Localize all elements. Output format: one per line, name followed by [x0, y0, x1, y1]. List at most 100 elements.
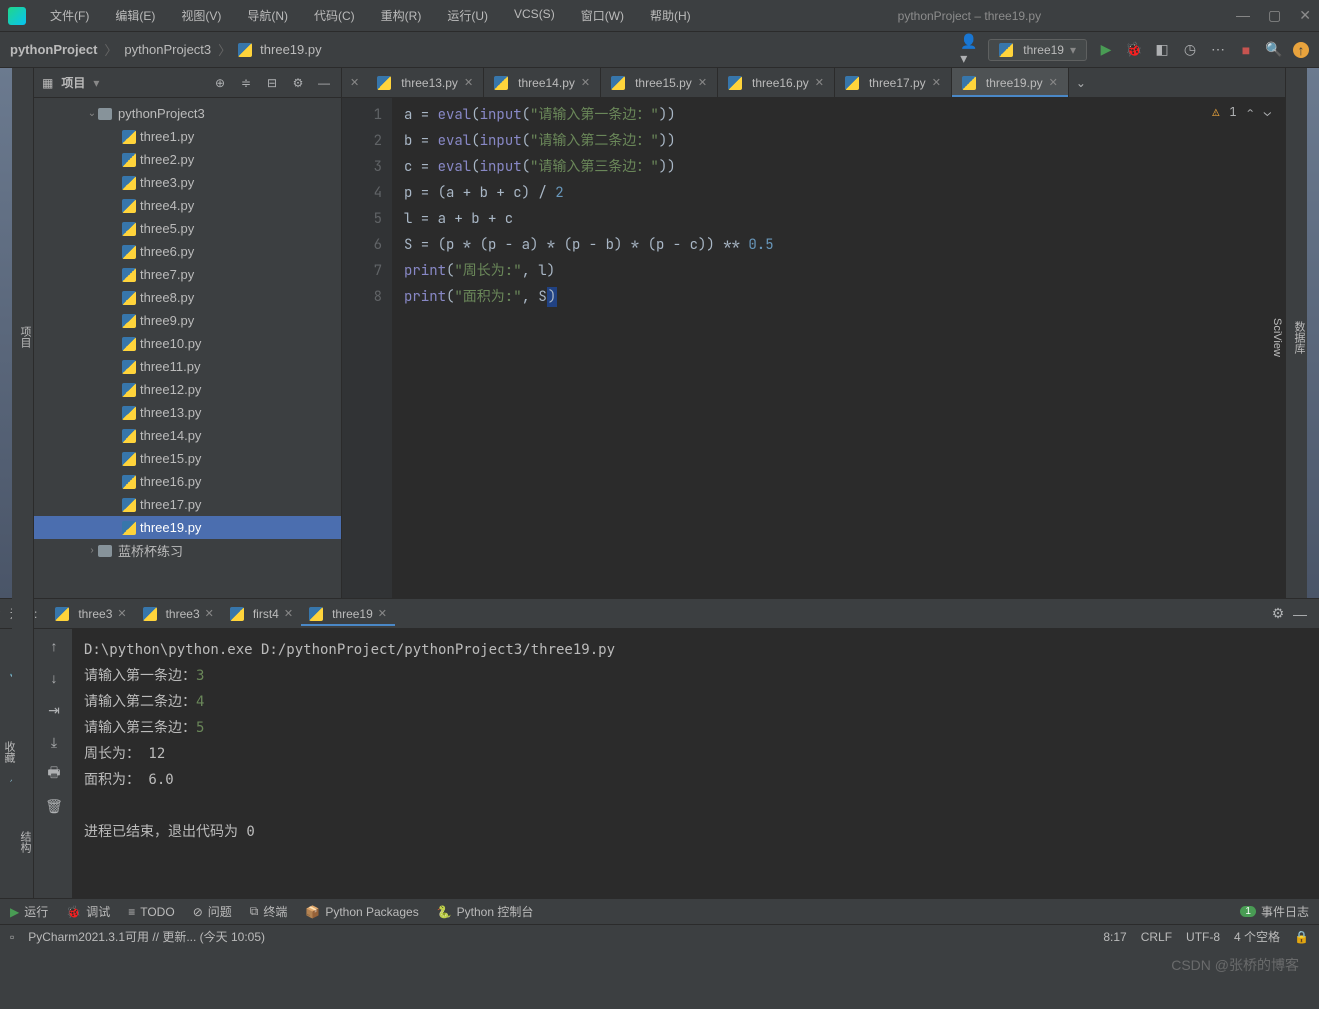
status-position[interactable]: 8:17 [1103, 930, 1126, 944]
trash-icon[interactable]: 🗑 [45, 797, 63, 815]
tree-file[interactable]: three3.py [34, 171, 341, 194]
search-icon[interactable]: 🔍 [1265, 41, 1283, 59]
tree-file[interactable]: three19.py [34, 516, 341, 539]
collapse-icon[interactable]: ⊟ [263, 74, 281, 92]
status-indicator-icon[interactable]: ▫ [10, 930, 14, 944]
left-strip-favorites[interactable]: 收藏 [1, 606, 17, 898]
left-strip-structure[interactable]: 结构 [17, 786, 33, 898]
bottom-todo[interactable]: ≡TODO [128, 905, 174, 919]
close-icon[interactable]: ✕ [1049, 76, 1058, 89]
close-icon[interactable]: ✕ [932, 76, 941, 89]
tree-file[interactable]: three8.py [34, 286, 341, 309]
close-icon[interactable]: ✕ [378, 607, 387, 620]
close-icon[interactable]: ✕ [464, 76, 473, 89]
menu-code[interactable]: 代码(C) [302, 3, 367, 28]
editor-tab[interactable]: three13.py✕ [367, 68, 484, 97]
print-icon[interactable]: 🖶 [45, 765, 63, 783]
stop-icon[interactable]: ■ [1237, 41, 1255, 59]
code-content[interactable]: a = eval(input("请输入第一条边："))b = eval(inpu… [392, 98, 1285, 598]
tree-file[interactable]: three12.py [34, 378, 341, 401]
menu-view[interactable]: 视图(V) [169, 3, 233, 28]
locate-icon[interactable]: ⊕ [211, 74, 229, 92]
bottom-console[interactable]: 🐍Python 控制台 [437, 903, 534, 920]
close-icon[interactable]: ✕ [698, 76, 707, 89]
prev-problem-icon[interactable]: ⌃ [1247, 104, 1254, 120]
status-branch-icon[interactable]: 🔒 [1294, 930, 1309, 944]
editor-tab[interactable]: three19.py✕ [952, 68, 1069, 97]
bottom-debug[interactable]: 🐞调试 [66, 903, 110, 920]
bottom-terminal[interactable]: ⧉终端 [250, 903, 288, 920]
scroll-icon[interactable]: ⤓ [45, 733, 63, 751]
console-output[interactable]: D:\python\python.exe D:/pythonProject/py… [72, 629, 1319, 898]
left-strip-project[interactable]: 项目 [17, 76, 33, 598]
run-tab[interactable]: first4✕ [222, 603, 301, 625]
coverage-icon[interactable]: ◧ [1153, 41, 1171, 59]
close-icon[interactable]: ✕ [117, 607, 126, 620]
close-icon[interactable]: ✕ [815, 76, 824, 89]
editor-tab[interactable]: three14.py✕ [484, 68, 601, 97]
run-tab[interactable]: three3✕ [47, 603, 134, 625]
expand-icon[interactable]: ≑ [237, 74, 255, 92]
tree-file[interactable]: three10.py [34, 332, 341, 355]
run-config-selector[interactable]: three19 ▾ [988, 39, 1087, 61]
gear-icon[interactable]: ⚙ [1269, 605, 1287, 623]
tree-file[interactable]: three5.py [34, 217, 341, 240]
problems-indicator[interactable]: ⚠ 1 ⌃ ⌄ [1212, 104, 1271, 120]
close-icon[interactable]: ✕ [581, 76, 590, 89]
bottom-eventlog[interactable]: 1事件日志 [1240, 903, 1309, 920]
tree-folder-root[interactable]: ⌄ pythonProject3 [34, 102, 341, 125]
hide-icon[interactable]: — [1291, 605, 1309, 623]
tree-file[interactable]: three15.py [34, 447, 341, 470]
attach-icon[interactable]: ⋯ [1209, 41, 1227, 59]
menu-file[interactable]: 文件(F) [38, 3, 101, 28]
tree-file[interactable]: three7.py [34, 263, 341, 286]
tabs-dropdown-icon[interactable]: ⌄ [1069, 68, 1093, 97]
run-icon[interactable]: ▶ [1097, 41, 1115, 59]
tree-file[interactable]: three16.py [34, 470, 341, 493]
breadcrumb-project[interactable]: pythonProject [10, 42, 97, 57]
profile-icon[interactable]: ◷ [1181, 41, 1199, 59]
menu-run[interactable]: 运行(U) [435, 3, 500, 28]
tree-file[interactable]: three14.py [34, 424, 341, 447]
editor-tab[interactable]: three16.py✕ [718, 68, 835, 97]
maximize-icon[interactable]: ▢ [1268, 7, 1281, 24]
tree-file[interactable]: three2.py [34, 148, 341, 171]
wrap-icon[interactable]: ⇥ [45, 701, 63, 719]
close-icon[interactable]: ✕ [1299, 7, 1311, 24]
down-icon[interactable]: ↓ [45, 669, 63, 687]
bottom-run[interactable]: ▶运行 [10, 903, 48, 920]
tree-file[interactable]: three13.py [34, 401, 341, 424]
close-icon[interactable]: ✕ [205, 607, 214, 620]
tree-file[interactable]: three9.py [34, 309, 341, 332]
menu-navigate[interactable]: 导航(N) [235, 3, 300, 28]
tree-file[interactable]: three17.py [34, 493, 341, 516]
next-problem-icon[interactable]: ⌄ [1264, 104, 1271, 120]
code-editor[interactable]: 12345678 a = eval(input("请输入第一条边："))b = … [342, 98, 1285, 598]
chevron-down-icon[interactable]: ▾ [93, 76, 99, 90]
status-encoding[interactable]: UTF-8 [1186, 930, 1220, 944]
status-eol[interactable]: CRLF [1141, 930, 1172, 944]
update-icon[interactable]: ↑ [1293, 42, 1309, 58]
right-strip-database[interactable]: 数据库 [1291, 321, 1307, 354]
menu-edit[interactable]: 编辑(E) [103, 3, 167, 28]
tree-folder[interactable]: › 蓝桥杯练习 [34, 539, 341, 562]
editor-tab[interactable]: three17.py✕ [835, 68, 952, 97]
menu-refactor[interactable]: 重构(R) [369, 3, 434, 28]
status-indent[interactable]: 4 个空格 [1234, 928, 1280, 945]
bottom-problems[interactable]: ⊘问题 [193, 903, 232, 920]
menu-window[interactable]: 窗口(W) [569, 3, 636, 28]
editor-tab[interactable]: three15.py✕ [601, 68, 718, 97]
tree-file[interactable]: three11.py [34, 355, 341, 378]
debug-icon[interactable]: 🐞 [1125, 41, 1143, 59]
hide-icon[interactable]: — [315, 74, 333, 92]
minimize-icon[interactable]: — [1236, 7, 1250, 24]
up-icon[interactable]: ↑ [45, 637, 63, 655]
user-icon[interactable]: 👤▾ [960, 41, 978, 59]
tab-close-left[interactable]: ✕ [342, 68, 367, 97]
star-icon[interactable]: ★ [0, 606, 1, 619]
breadcrumb-folder[interactable]: pythonProject3 [124, 42, 211, 57]
gear-icon[interactable]: ⚙ [289, 74, 307, 92]
menu-vcs[interactable]: VCS(S) [502, 3, 567, 28]
tree-file[interactable]: three1.py [34, 125, 341, 148]
menu-help[interactable]: 帮助(H) [638, 3, 703, 28]
